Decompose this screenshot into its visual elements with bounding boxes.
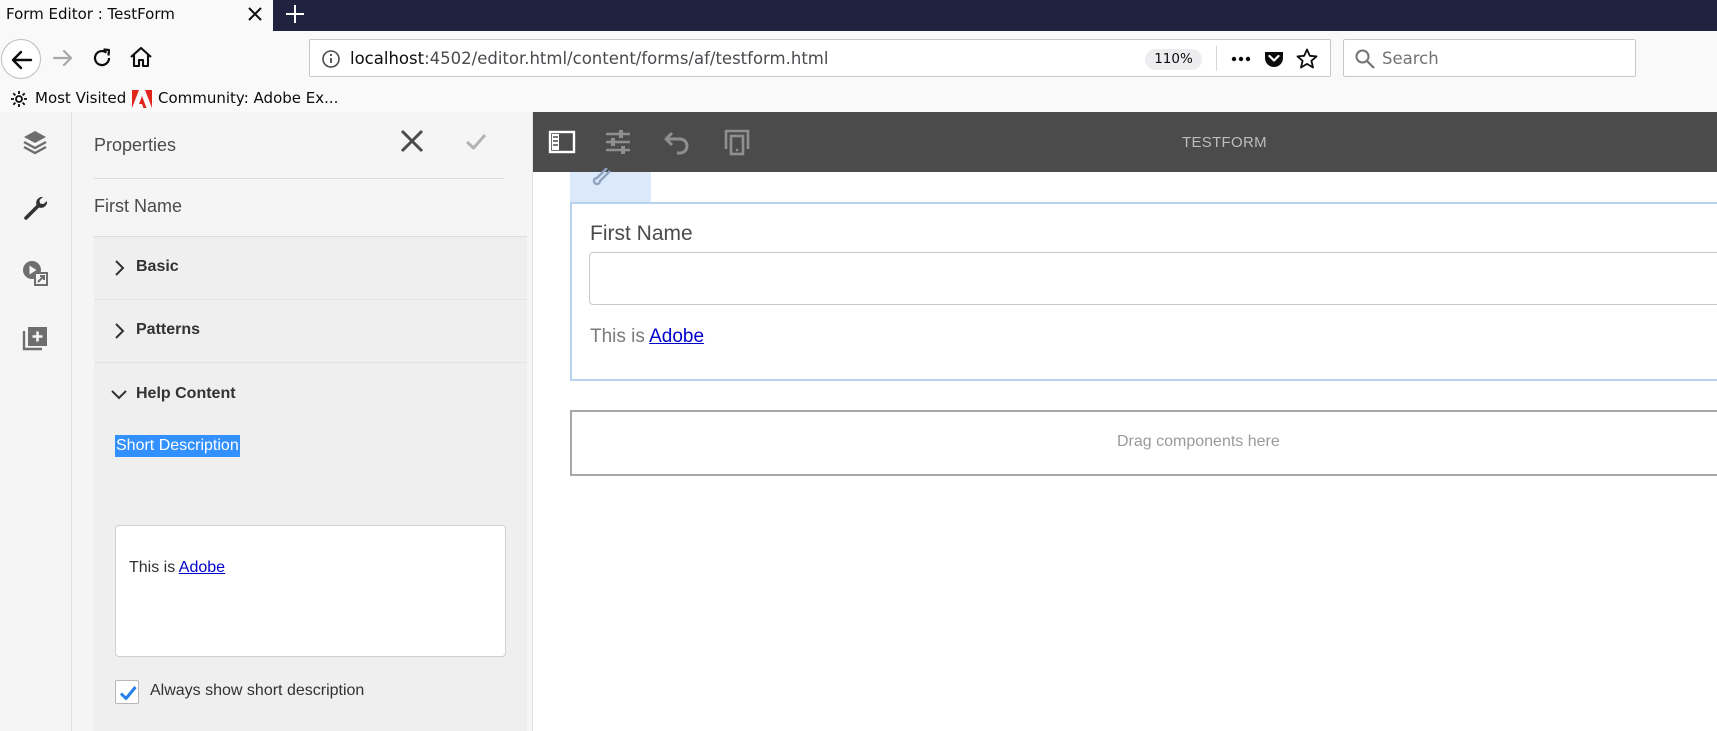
more-actions-icon[interactable] (1230, 49, 1252, 69)
wrench-icon[interactable] (592, 168, 612, 186)
home-icon[interactable] (127, 43, 155, 71)
media-icon[interactable] (21, 259, 49, 287)
first-name-input[interactable] (589, 252, 1717, 305)
accordion-basic[interactable]: Basic (94, 237, 527, 300)
drop-zone-text: Drag components here (1117, 433, 1280, 450)
zoom-indicator[interactable]: 110% (1145, 49, 1202, 70)
form-canvas: First Name This is Adobe Drag components… (533, 168, 1717, 731)
side-rail (0, 112, 72, 731)
check-icon (119, 686, 137, 700)
chevron-right-icon (115, 323, 125, 339)
accordion-help-content[interactable]: Help Content (94, 364, 527, 427)
accordion-label: Help Content (136, 385, 236, 402)
chevron-down-icon (111, 390, 127, 400)
pocket-icon[interactable] (1263, 48, 1285, 70)
short-description-link[interactable]: Adobe (179, 559, 225, 576)
site-info-icon[interactable] (321, 49, 341, 69)
bookmarks-bar: Most Visited Community: Adobe Ex... (0, 87, 1717, 112)
component-toolbar-tab[interactable] (570, 168, 651, 202)
always-show-label: Always show short description (150, 682, 365, 699)
tab-title: Form Editor : TestForm (6, 5, 175, 23)
editor-toolbar: TESTFORM (533, 112, 1717, 172)
checkbox-box[interactable] (115, 680, 139, 704)
undo-icon[interactable] (662, 127, 692, 157)
accordion-label: Patterns (136, 321, 201, 338)
component-name: First Name (94, 196, 183, 216)
browser-tab-bar: Form Editor : TestForm (0, 0, 1717, 31)
bookmark-adobe-community[interactable]: Community: Adobe Ex... (158, 89, 338, 107)
add-component-icon[interactable] (21, 324, 49, 352)
text-field-component[interactable]: First Name This is Adobe (570, 202, 1717, 381)
short-description-editor[interactable]: This is Adobe (115, 525, 506, 657)
browser-tab[interactable]: Form Editor : TestForm (0, 0, 273, 31)
search-bar[interactable]: Search (1343, 39, 1636, 77)
close-tab-icon[interactable] (244, 3, 266, 25)
url-text[interactable]: localhost:4502/editor.html/content/forms… (350, 49, 828, 68)
form-title: TESTFORM (1182, 134, 1267, 151)
short-description-text[interactable]: This is Adobe (129, 559, 225, 577)
search-icon (1355, 49, 1375, 69)
reload-icon[interactable] (88, 44, 116, 72)
panel-toggle-icon[interactable] (547, 127, 577, 157)
address-bar[interactable]: localhost:4502/editor.html/content/forms… (309, 39, 1331, 77)
wrench-icon[interactable] (21, 194, 49, 222)
accordion-label: Basic (136, 258, 179, 275)
bookmark-most-visited[interactable]: Most Visited (35, 89, 126, 107)
gear-icon (11, 91, 27, 107)
device-preview-icon[interactable] (722, 127, 752, 157)
drop-zone[interactable]: Drag components here (570, 410, 1717, 476)
panel-divider (94, 178, 504, 179)
accordion-patterns[interactable]: Patterns (94, 300, 527, 363)
field-help-link[interactable]: Adobe (649, 326, 704, 347)
arrow-left-icon (11, 50, 33, 70)
field-short-description: This is Adobe (590, 326, 705, 347)
bookmark-star-icon[interactable] (1295, 47, 1319, 71)
new-tab-icon[interactable] (282, 1, 308, 27)
layers-icon[interactable] (21, 128, 49, 156)
field-label: First Name (590, 222, 693, 245)
checkmark-icon[interactable] (461, 126, 491, 156)
adobe-icon (132, 90, 152, 108)
settings-sliders-icon[interactable] (603, 127, 633, 157)
url-separator (1216, 46, 1217, 71)
back-button[interactable] (1, 39, 41, 79)
browser-nav-bar: localhost:4502/editor.html/content/forms… (0, 31, 1717, 87)
short-description-label: Short Description (115, 435, 240, 457)
chevron-right-icon (115, 260, 125, 276)
search-placeholder: Search (1382, 49, 1439, 68)
close-icon[interactable] (397, 126, 427, 156)
panel-title: Properties (94, 135, 177, 155)
forward-icon[interactable] (49, 44, 77, 72)
